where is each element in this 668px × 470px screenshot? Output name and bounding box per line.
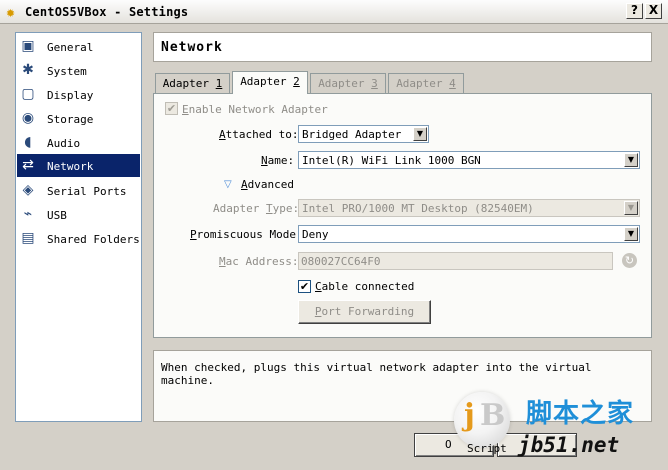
promiscuous-mode-select[interactable]: Deny ▼ <box>298 225 640 243</box>
nav-item-label: Serial Ports <box>47 185 127 198</box>
virtualbox-gear-icon: ✹ <box>6 3 16 21</box>
window-title: CentOS5VBox - Settings <box>25 5 189 19</box>
cable-connected-label: Cable connected <box>315 280 415 293</box>
tab-adapter-4[interactable]: Adapter 4 <box>388 73 464 93</box>
usb-icon: ⌁ <box>23 206 33 222</box>
system-icon: ✱ <box>22 62 34 78</box>
adapter-type-label: Adapter Type: <box>213 202 300 215</box>
mac-address-label: Mac Address: <box>219 255 299 268</box>
page-header: Network <box>153 32 652 62</box>
page-title: Network <box>161 40 223 55</box>
nav-item-audio[interactable]: ◖ Audio <box>17 131 140 154</box>
expand-triangle-icon[interactable]: ▽ <box>224 180 236 190</box>
network-icon: ⇄ <box>22 157 34 173</box>
script-button[interactable] <box>497 433 577 457</box>
settings-category-list[interactable]: ▣ General ✱ System ▢ Display ◉ Storage ◖… <box>15 32 142 422</box>
nav-item-label: Storage <box>47 113 94 126</box>
nav-item-label: Network <box>47 160 94 173</box>
port-forwarding-button[interactable]: Port Forwarding <box>298 300 431 324</box>
tab-label-key: 2 <box>293 75 300 88</box>
refresh-mac-icon[interactable]: ↻ <box>622 253 637 268</box>
attached-to-label: Attached to: <box>219 128 299 141</box>
advanced-toggle[interactable]: Advanced <box>241 178 294 191</box>
nav-item-serial-ports[interactable]: ◈ Serial Ports <box>17 179 140 202</box>
adapter-name-select[interactable]: Intel(R) WiFi Link 1000 BGN ▼ <box>298 151 640 169</box>
tab-adapter-2[interactable]: Adapter 2 <box>232 71 308 94</box>
serial-ports-icon: ◈ <box>22 182 34 198</box>
tab-label: Adapter <box>240 75 294 88</box>
title-bar: ✹ CentOS5VBox - Settings ? X <box>0 0 668 24</box>
help-button[interactable]: ? <box>626 3 643 19</box>
chevron-down-icon[interactable]: ▼ <box>624 153 638 167</box>
description-box: When checked, plugs this virtual network… <box>153 350 652 422</box>
tab-label-key: 1 <box>215 77 223 90</box>
nav-item-label: Display <box>47 89 94 102</box>
tab-label-key: 3 <box>371 77 378 90</box>
tab-label: Adapter <box>396 77 450 90</box>
ok-button-label: O <box>445 438 452 451</box>
nav-item-system[interactable]: ✱ System <box>17 59 140 82</box>
ok-button[interactable]: O <box>414 433 494 457</box>
display-icon: ▢ <box>21 86 35 102</box>
attached-to-select[interactable]: Bridged Adapter ▼ <box>298 125 429 143</box>
nav-item-display[interactable]: ▢ Display <box>17 83 140 106</box>
tab-label: Adapter <box>162 77 216 90</box>
nav-item-usb[interactable]: ⌁ USB <box>17 203 140 226</box>
nav-item-label: Shared Folders <box>47 233 140 246</box>
nav-item-general[interactable]: ▣ General <box>17 35 140 58</box>
tab-adapter-1[interactable]: Adapter 1 <box>155 73 230 93</box>
promiscuous-mode-value: Deny <box>302 228 329 241</box>
close-button[interactable]: X <box>645 3 662 19</box>
chevron-down-icon[interactable]: ▼ <box>624 227 638 241</box>
nav-item-shared-folders[interactable]: ▤ Shared Folders <box>17 227 140 250</box>
chevron-down-icon[interactable]: ▼ <box>624 201 638 215</box>
mac-address-field[interactable] <box>298 252 613 270</box>
enable-adapter-checkbox[interactable]: ✔ <box>165 102 178 115</box>
nav-item-network[interactable]: ⇄ Network <box>17 154 140 177</box>
attached-to-value: Bridged Adapter <box>302 128 402 141</box>
tab-label: Adapter <box>318 77 372 90</box>
audio-icon: ◖ <box>24 134 32 150</box>
promiscuous-mode-label: Promiscuous Mode: <box>190 228 303 241</box>
chevron-down-icon[interactable]: ▼ <box>413 127 427 141</box>
tab-adapter-3[interactable]: Adapter 3 <box>310 73 386 93</box>
nav-item-label: System <box>47 65 87 78</box>
nav-item-label: Audio <box>47 137 81 150</box>
adapter-type-select[interactable]: Intel PRO/1000 MT Desktop (82540EM) ▼ <box>298 199 640 217</box>
shared-folders-icon: ▤ <box>21 230 35 246</box>
enable-adapter-label: Enable Network Adapter <box>182 103 328 116</box>
adapter-name-value: Intel(R) WiFi Link 1000 BGN <box>302 154 481 167</box>
description-text: When checked, plugs this virtual network… <box>161 361 592 387</box>
cable-connected-checkbox[interactable]: ✔ <box>298 280 311 293</box>
nav-item-label: General <box>47 41 94 54</box>
adapter-type-value: Intel PRO/1000 MT Desktop (82540EM) <box>302 202 534 215</box>
name-label: Name: <box>261 154 295 167</box>
general-icon: ▣ <box>21 38 35 54</box>
tab-label-key: 4 <box>449 77 456 90</box>
mac-address-input[interactable] <box>301 254 610 268</box>
nav-item-storage[interactable]: ◉ Storage <box>17 107 140 130</box>
storage-icon: ◉ <box>21 110 35 126</box>
nav-item-label: USB <box>47 209 67 222</box>
